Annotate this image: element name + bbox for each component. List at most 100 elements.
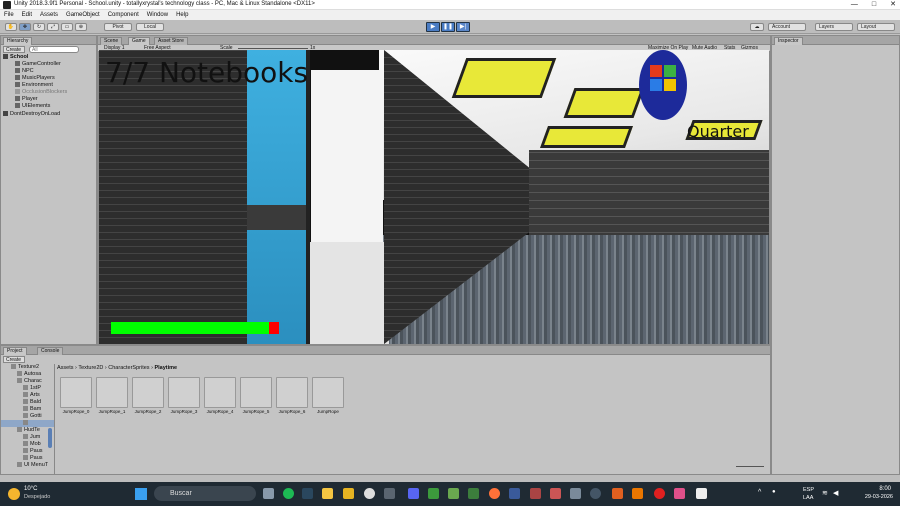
tree-item-selected[interactable] [1,420,54,427]
taskbar-search[interactable]: Buscar [154,486,256,501]
tree-item[interactable]: Arts [23,392,40,399]
tab-project[interactable]: Project [3,347,27,355]
hierarchy-item[interactable]: GameController [15,61,61,68]
tree-item[interactable]: Paus [23,448,43,455]
spotify-icon[interactable] [283,488,294,499]
tab-game[interactable]: Game [128,37,150,45]
volume-icon[interactable]: ◀ [833,489,838,497]
language-layout[interactable]: LAA [803,495,813,501]
tree-item[interactable]: Charac [17,378,42,385]
minecraft-icon[interactable] [448,488,459,499]
sprite-thumbnail[interactable] [204,377,236,408]
breadcrumb-playtime[interactable]: Playtime [154,365,177,371]
hand-tool-icon[interactable]: ✋ [5,23,17,31]
scale-tool-icon[interactable]: ⤢ [47,23,59,31]
pivot-button[interactable]: Pivot [104,23,132,31]
tree-item[interactable]: Bald [23,399,41,406]
tree-item[interactable]: 1stP [23,385,41,392]
move-tool-icon[interactable]: ✥ [19,23,31,31]
app-icon[interactable] [612,488,623,499]
firefox-icon[interactable] [489,488,500,499]
hierarchy-item[interactable]: Environment [15,82,53,89]
wifi-icon[interactable]: ≋ [822,489,828,497]
hierarchy-item[interactable]: NPC [15,68,34,75]
sprite-thumbnail[interactable] [60,377,92,408]
tab-scene[interactable]: Scene [100,37,123,45]
layout-dropdown[interactable]: Layout [857,23,895,31]
scene-root[interactable]: School [3,54,28,61]
cloud-icon[interactable]: ☁ [750,23,764,31]
sprite-thumbnail[interactable] [240,377,272,408]
hierarchy-item[interactable]: UIElements [15,103,50,110]
app-icon[interactable] [570,488,581,499]
app-icon[interactable] [509,488,520,499]
discord-icon[interactable] [408,488,419,499]
tree-item[interactable]: HudTe [17,427,40,434]
tab-hierarchy[interactable]: Hierarchy [3,37,33,45]
tree-item[interactable]: UI MenuT [17,462,48,469]
clock-date[interactable]: 29-03-2026 [855,494,893,500]
sprite-thumbnail[interactable] [132,377,164,408]
game-viewport[interactable]: 7/7 Notebooks Quarter [99,50,769,344]
blender-icon[interactable] [632,488,643,499]
start-icon[interactable] [135,488,147,500]
menu-component[interactable]: Component [108,10,139,20]
tree-item[interactable]: Paus [23,455,43,462]
app-icon[interactable] [530,488,541,499]
tree-item[interactable]: Autosa [17,371,41,378]
local-button[interactable]: Local [136,23,164,31]
tree-scrollbar[interactable] [48,428,52,448]
tree-item[interactable]: Texture2 [11,364,39,371]
account-dropdown[interactable]: Account [768,23,806,31]
unity-icon[interactable] [696,488,707,499]
breadcrumb-assets[interactable]: Assets [57,365,74,371]
task-view-icon[interactable] [263,488,274,499]
tree-item[interactable]: Mob [23,441,41,448]
app-icon[interactable] [428,488,439,499]
rect-tool-icon[interactable]: ▭ [61,23,73,31]
menu-help[interactable]: Help [176,10,188,20]
transform-tool-icon[interactable]: ⊕ [75,23,87,31]
hierarchy-item[interactable]: MusicPlayers [15,75,55,82]
app-icon[interactable] [468,488,479,499]
sprite-thumbnail[interactable] [168,377,200,408]
app-icon[interactable] [590,488,601,499]
icon-size-slider[interactable] [736,466,764,467]
hierarchy-search-input[interactable] [29,46,79,53]
tree-item[interactable]: Jum [23,434,40,441]
app-icon[interactable] [550,488,561,499]
tray-chevron-icon[interactable]: ^ [758,489,761,496]
folder-icon[interactable] [343,488,354,499]
tab-console[interactable]: Console [37,347,64,355]
sprite-thumbnail[interactable] [276,377,308,408]
language-code[interactable]: ESP [803,487,814,493]
minimize-button[interactable]: — [851,0,858,10]
hierarchy-item[interactable]: Player [15,96,38,103]
tree-item[interactable]: Gotti [23,413,42,420]
hierarchy-create-button[interactable]: Create [3,46,25,53]
pause-icon[interactable]: ❚❚ [441,22,455,32]
play-icon[interactable]: ▶ [426,22,440,32]
media-player-icon[interactable] [364,488,375,499]
step-icon[interactable]: ▶| [456,22,470,32]
sprite-thumbnail[interactable] [312,377,344,408]
files-icon[interactable] [322,488,333,499]
project-create-button[interactable]: Create [3,356,25,363]
breadcrumb-texture2d[interactable]: Texture2D [78,365,103,371]
tab-asset-store[interactable]: Asset Store [154,37,188,45]
layers-dropdown[interactable]: Layers [815,23,853,31]
menu-assets[interactable]: Assets [40,10,58,20]
tray-app-icon[interactable]: ● [772,489,776,495]
menu-edit[interactable]: Edit [22,10,32,20]
app-icon[interactable] [384,488,395,499]
menu-file[interactable]: File [4,10,14,20]
steam-icon[interactable] [302,488,313,499]
clock-time[interactable]: 8:00 [858,486,891,492]
hierarchy-item[interactable]: OcclusionBlockers [15,89,67,96]
dontdestroy-root[interactable]: DontDestroyOnLoad [3,111,60,118]
breadcrumb-charactersprites[interactable]: CharacterSprites [108,365,149,371]
tree-item[interactable]: Bam [23,406,41,413]
sprite-thumbnail[interactable] [96,377,128,408]
scale-slider[interactable] [238,48,308,49]
tab-inspector[interactable]: Inspector [774,37,803,45]
